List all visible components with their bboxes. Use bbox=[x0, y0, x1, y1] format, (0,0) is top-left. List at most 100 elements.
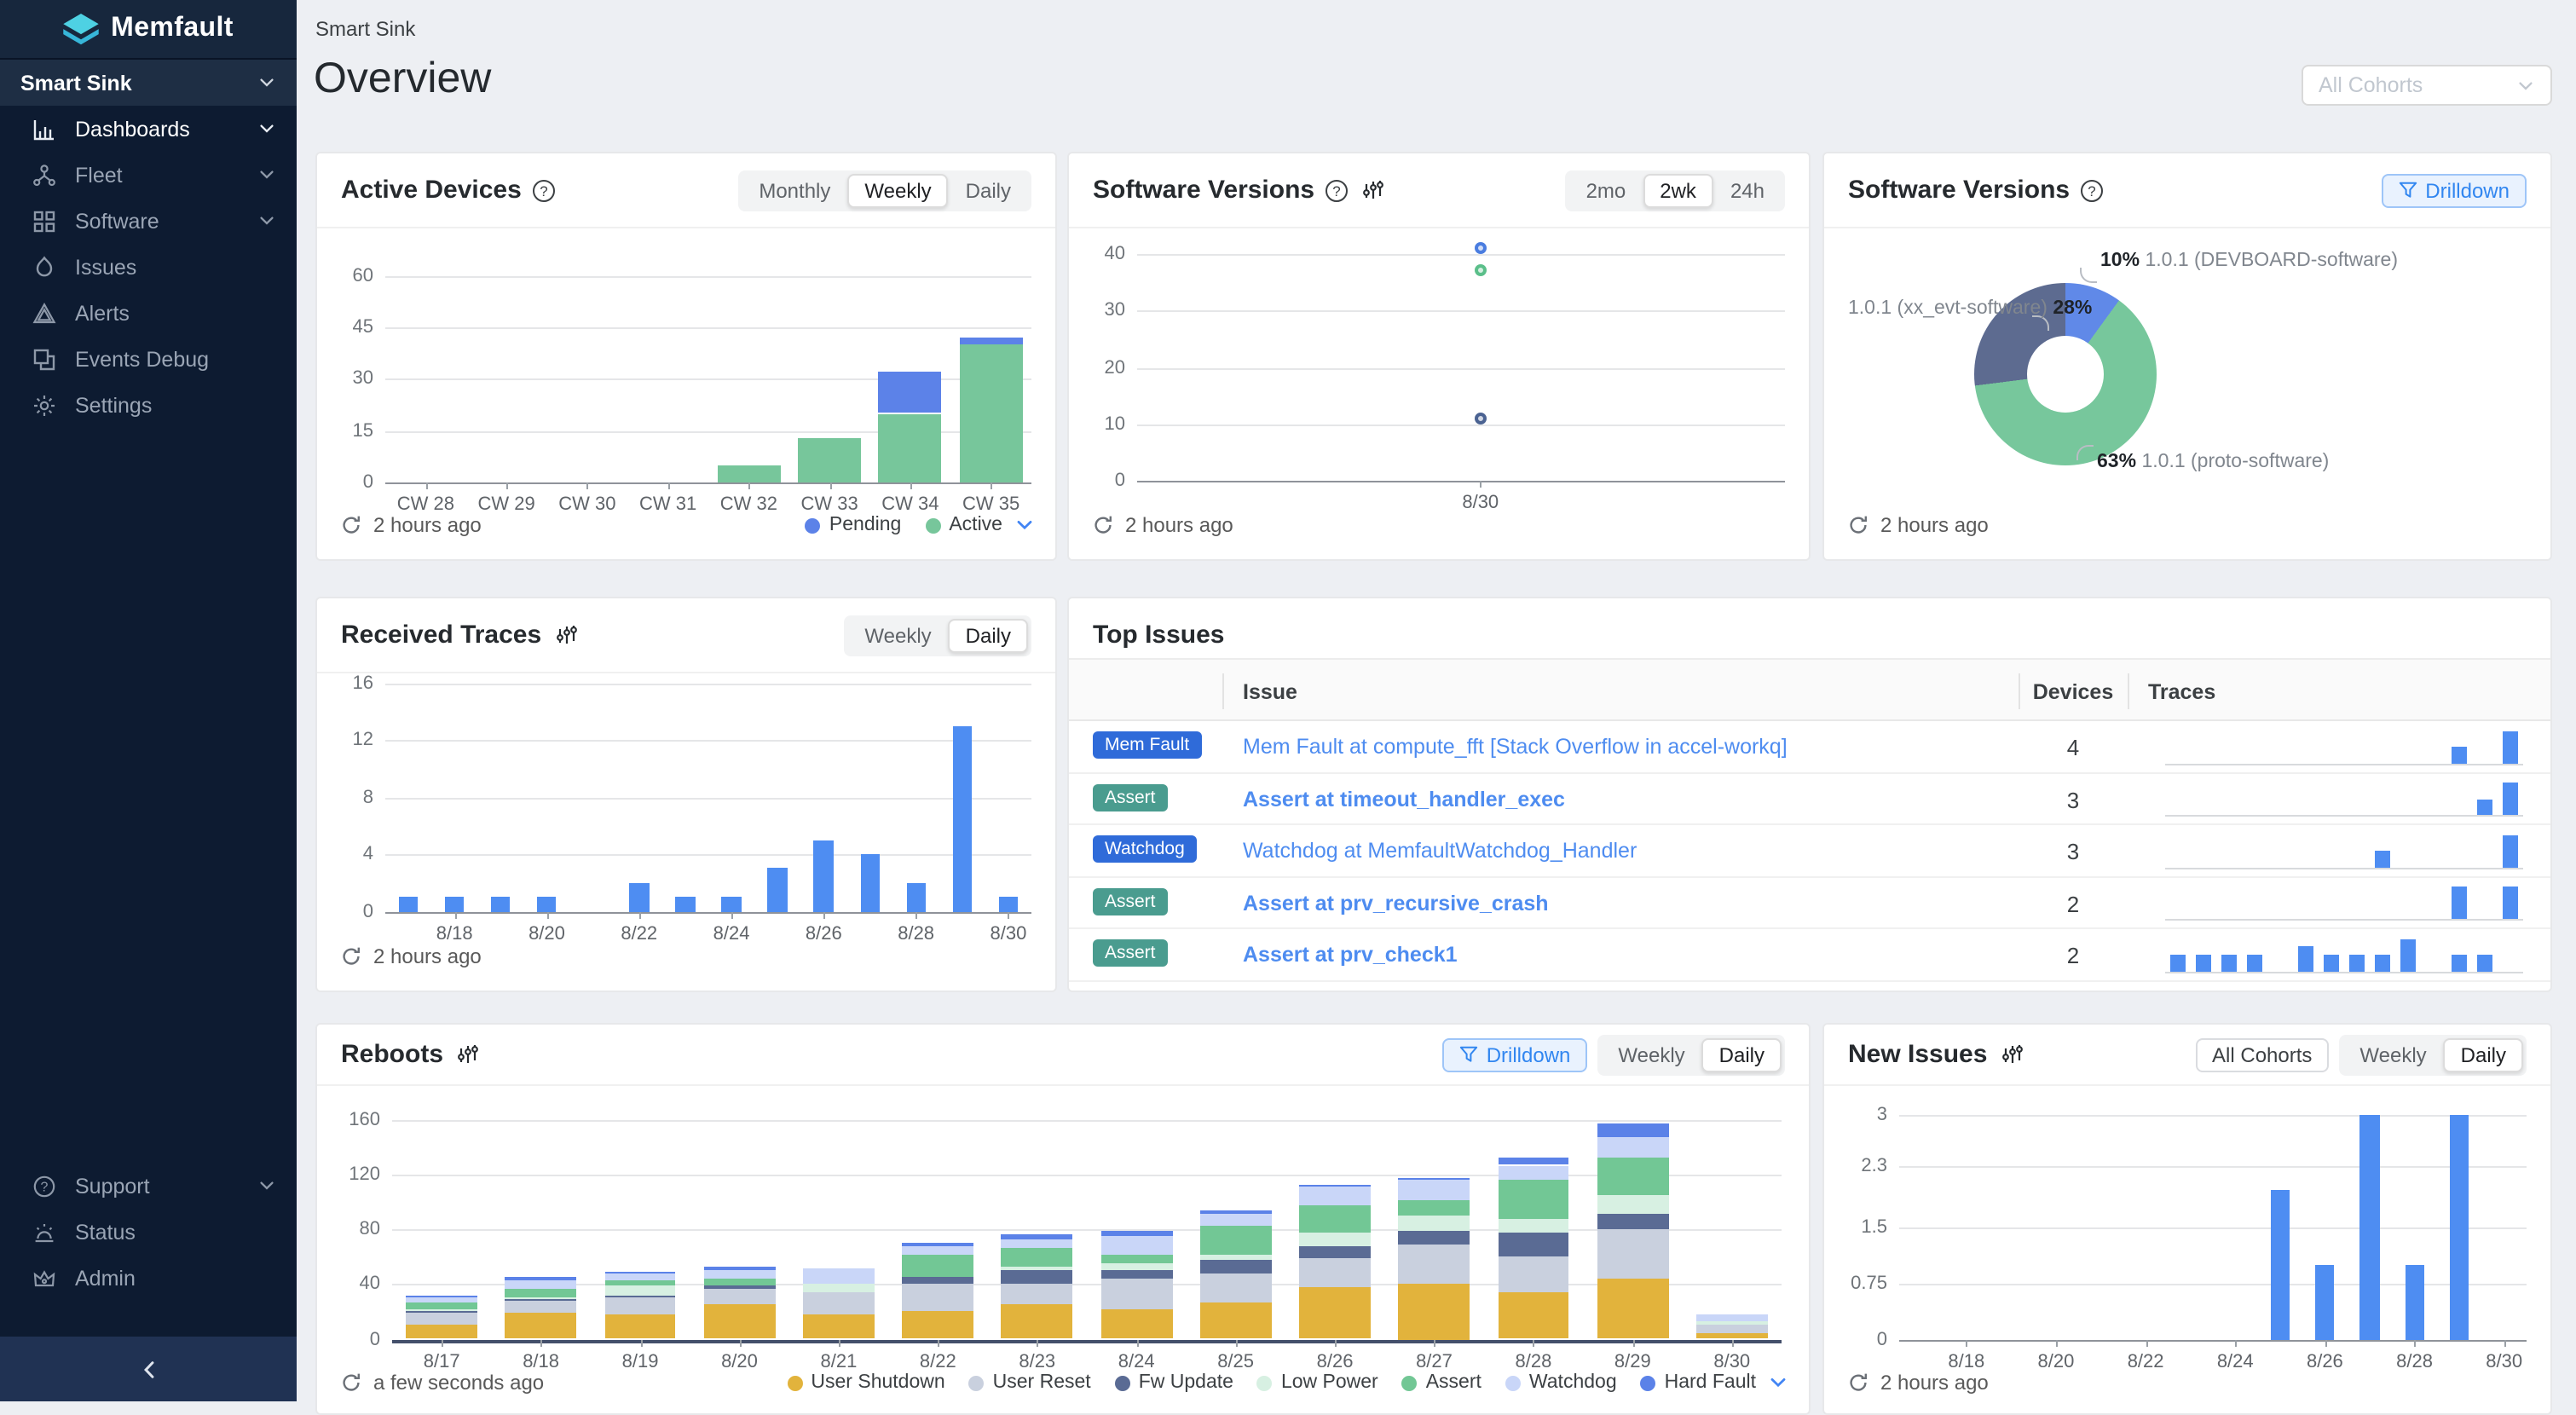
devices-count: 3 bbox=[2019, 787, 2128, 812]
legend-color-dot bbox=[806, 517, 821, 533]
help-icon[interactable]: ? bbox=[2080, 178, 2104, 202]
toggle-option-2wk[interactable]: 2wk bbox=[1643, 173, 1713, 207]
cohort-filter-select[interactable]: All Cohorts bbox=[2302, 65, 2552, 106]
received-traces-chart: 04812168/188/208/228/248/268/288/30 bbox=[334, 677, 1042, 936]
last-updated: 2 hours ago bbox=[373, 513, 482, 537]
all-cohorts-button[interactable]: All Cohorts bbox=[2195, 1037, 2329, 1071]
drilldown-label: Drilldown bbox=[1487, 1042, 1571, 1066]
chart-icon[interactable] bbox=[1362, 179, 1384, 201]
drilldown-button[interactable]: Drilldown bbox=[2381, 173, 2527, 207]
issue-link[interactable]: Assert at timeout_handler_exec bbox=[1243, 787, 1565, 811]
issue-link[interactable]: Watchdog at MemfaultWatchdog_Handler bbox=[1243, 839, 1637, 863]
sidebar-item-status[interactable]: Status bbox=[0, 1209, 297, 1255]
sidebar-item-issues[interactable]: Issues bbox=[0, 244, 297, 290]
toggle-option-2mo[interactable]: 2mo bbox=[1569, 173, 1643, 207]
legend-label: User Shutdown bbox=[811, 1372, 944, 1393]
chevron-down-icon bbox=[2516, 76, 2535, 95]
alerts-icon bbox=[32, 301, 56, 325]
donut-label: 10% 1.0.1 (DEVBOARD-software) bbox=[2100, 251, 2398, 271]
support-icon: ? bbox=[32, 1174, 56, 1198]
breadcrumb[interactable]: Smart Sink bbox=[315, 17, 415, 41]
legend-color-dot bbox=[1402, 1375, 1418, 1390]
last-updated: 2 hours ago bbox=[1880, 513, 1989, 537]
traces-sparkline bbox=[2165, 933, 2523, 973]
legend-label: Hard Fault bbox=[1665, 1372, 1756, 1393]
sidebar-item-fleet[interactable]: Fleet bbox=[0, 152, 297, 198]
help-icon[interactable]: ? bbox=[532, 178, 556, 202]
chevron-down-icon[interactable] bbox=[1768, 1372, 1788, 1393]
toggle-option-daily[interactable]: Daily bbox=[1702, 1037, 1782, 1071]
chart-icon[interactable] bbox=[457, 1043, 479, 1066]
software-icon bbox=[32, 209, 56, 233]
toggle-option-daily[interactable]: Daily bbox=[949, 618, 1028, 652]
status-icon bbox=[32, 1220, 56, 1244]
chevron-down-icon bbox=[257, 73, 276, 92]
toggle-option-daily[interactable]: Daily bbox=[2444, 1037, 2523, 1071]
legend-item[interactable]: Fw Update bbox=[1115, 1372, 1233, 1393]
legend-item[interactable]: Low Power bbox=[1257, 1372, 1378, 1393]
toggle-option-monthly[interactable]: Monthly bbox=[742, 173, 847, 207]
sidebar-item-settings[interactable]: Settings bbox=[0, 382, 297, 428]
legend-item[interactable]: Hard Fault bbox=[1641, 1372, 1756, 1393]
refresh-icon bbox=[341, 515, 361, 535]
toggle-option-daily[interactable]: Daily bbox=[949, 173, 1028, 207]
memfault-logo[interactable]: Memfault bbox=[0, 0, 297, 60]
sidebar-item-software[interactable]: Software bbox=[0, 198, 297, 244]
chevron-down-icon bbox=[257, 211, 276, 230]
software-versions-scatter-card: Software Versions ? 2mo2wk24h 0102030408… bbox=[1067, 152, 1811, 561]
legend-item[interactable]: Watchdog bbox=[1505, 1372, 1617, 1393]
org-selector[interactable]: Smart Sink bbox=[0, 60, 297, 106]
svg-text:?: ? bbox=[1332, 182, 1340, 199]
last-updated: a few seconds ago bbox=[373, 1371, 544, 1395]
legend-item[interactable]: User Reset bbox=[969, 1372, 1091, 1393]
toggle-option-weekly[interactable]: Weekly bbox=[1601, 1037, 1701, 1071]
sidebar-item-alerts[interactable]: Alerts bbox=[0, 290, 297, 336]
legend-item[interactable]: Active bbox=[925, 515, 1002, 535]
chevron-down-icon[interactable] bbox=[1014, 515, 1035, 535]
issue-type-badge: Watchdog bbox=[1093, 835, 1197, 863]
sidebar-item-support[interactable]: ?Support bbox=[0, 1163, 297, 1209]
new-issues-card: New Issues All Cohorts WeeklyDaily 00.75… bbox=[1822, 1023, 2552, 1415]
last-updated: 2 hours ago bbox=[373, 944, 482, 968]
filter-icon bbox=[1459, 1045, 1478, 1064]
legend-item[interactable]: Pending bbox=[806, 515, 901, 535]
issue-type-badge: Mem Fault bbox=[1093, 731, 1201, 759]
org-label: Smart Sink bbox=[20, 71, 132, 95]
events-debug-icon bbox=[32, 347, 56, 371]
sidebar-collapse-button[interactable] bbox=[0, 1337, 297, 1401]
issue-link[interactable]: Mem Fault at compute_fft [Stack Overflow… bbox=[1243, 735, 1788, 759]
last-updated: 2 hours ago bbox=[1125, 513, 1233, 537]
period-toggle: WeeklyDaily bbox=[1597, 1034, 1785, 1075]
devices-count: 2 bbox=[2019, 943, 2128, 968]
chart-legend: User Shutdown User Reset Fw Update Low Powe… bbox=[787, 1372, 1756, 1393]
legend-item[interactable]: Assert bbox=[1402, 1372, 1481, 1393]
toggle-option-weekly[interactable]: Weekly bbox=[847, 173, 948, 207]
devices-count: 3 bbox=[2019, 839, 2128, 864]
chart-icon[interactable] bbox=[555, 624, 577, 646]
toggle-option-24h[interactable]: 24h bbox=[1713, 173, 1782, 207]
sidebar-item-label: Alerts bbox=[75, 301, 276, 325]
last-updated: 2 hours ago bbox=[1880, 1371, 1989, 1395]
issue-link[interactable]: Assert at prv_check1 bbox=[1243, 943, 1458, 967]
card-title: Reboots bbox=[341, 1040, 443, 1069]
legend-color-dot bbox=[1257, 1375, 1273, 1390]
sidebar-item-label: Admin bbox=[75, 1266, 276, 1290]
refresh-icon bbox=[1093, 515, 1113, 535]
toggle-option-weekly[interactable]: Weekly bbox=[847, 618, 948, 652]
received-traces-card: Received Traces WeeklyDaily 04812168/188… bbox=[315, 597, 1057, 992]
legend-label: Pending bbox=[829, 515, 901, 535]
chart-icon[interactable] bbox=[2001, 1043, 2023, 1066]
column-header-devices: Devices bbox=[2019, 660, 2128, 723]
legend-item[interactable]: User Shutdown bbox=[787, 1372, 944, 1393]
sidebar-item-events-debug[interactable]: Events Debug bbox=[0, 336, 297, 382]
issue-type-badge: Assert bbox=[1093, 939, 1168, 967]
drilldown-button[interactable]: Drilldown bbox=[1442, 1037, 1588, 1071]
help-icon[interactable]: ? bbox=[1325, 178, 1349, 202]
top-issues-table-header: Issue Devices Traces bbox=[1069, 658, 2550, 721]
sidebar-item-dashboards[interactable]: Dashboards bbox=[0, 106, 297, 152]
sidebar-item-admin[interactable]: Admin bbox=[0, 1255, 297, 1301]
toggle-option-weekly[interactable]: Weekly bbox=[2342, 1037, 2443, 1071]
donut-hole bbox=[2027, 336, 2104, 413]
issue-link[interactable]: Assert at prv_recursive_crash bbox=[1243, 891, 1549, 915]
legend-label: Active bbox=[949, 515, 1002, 535]
